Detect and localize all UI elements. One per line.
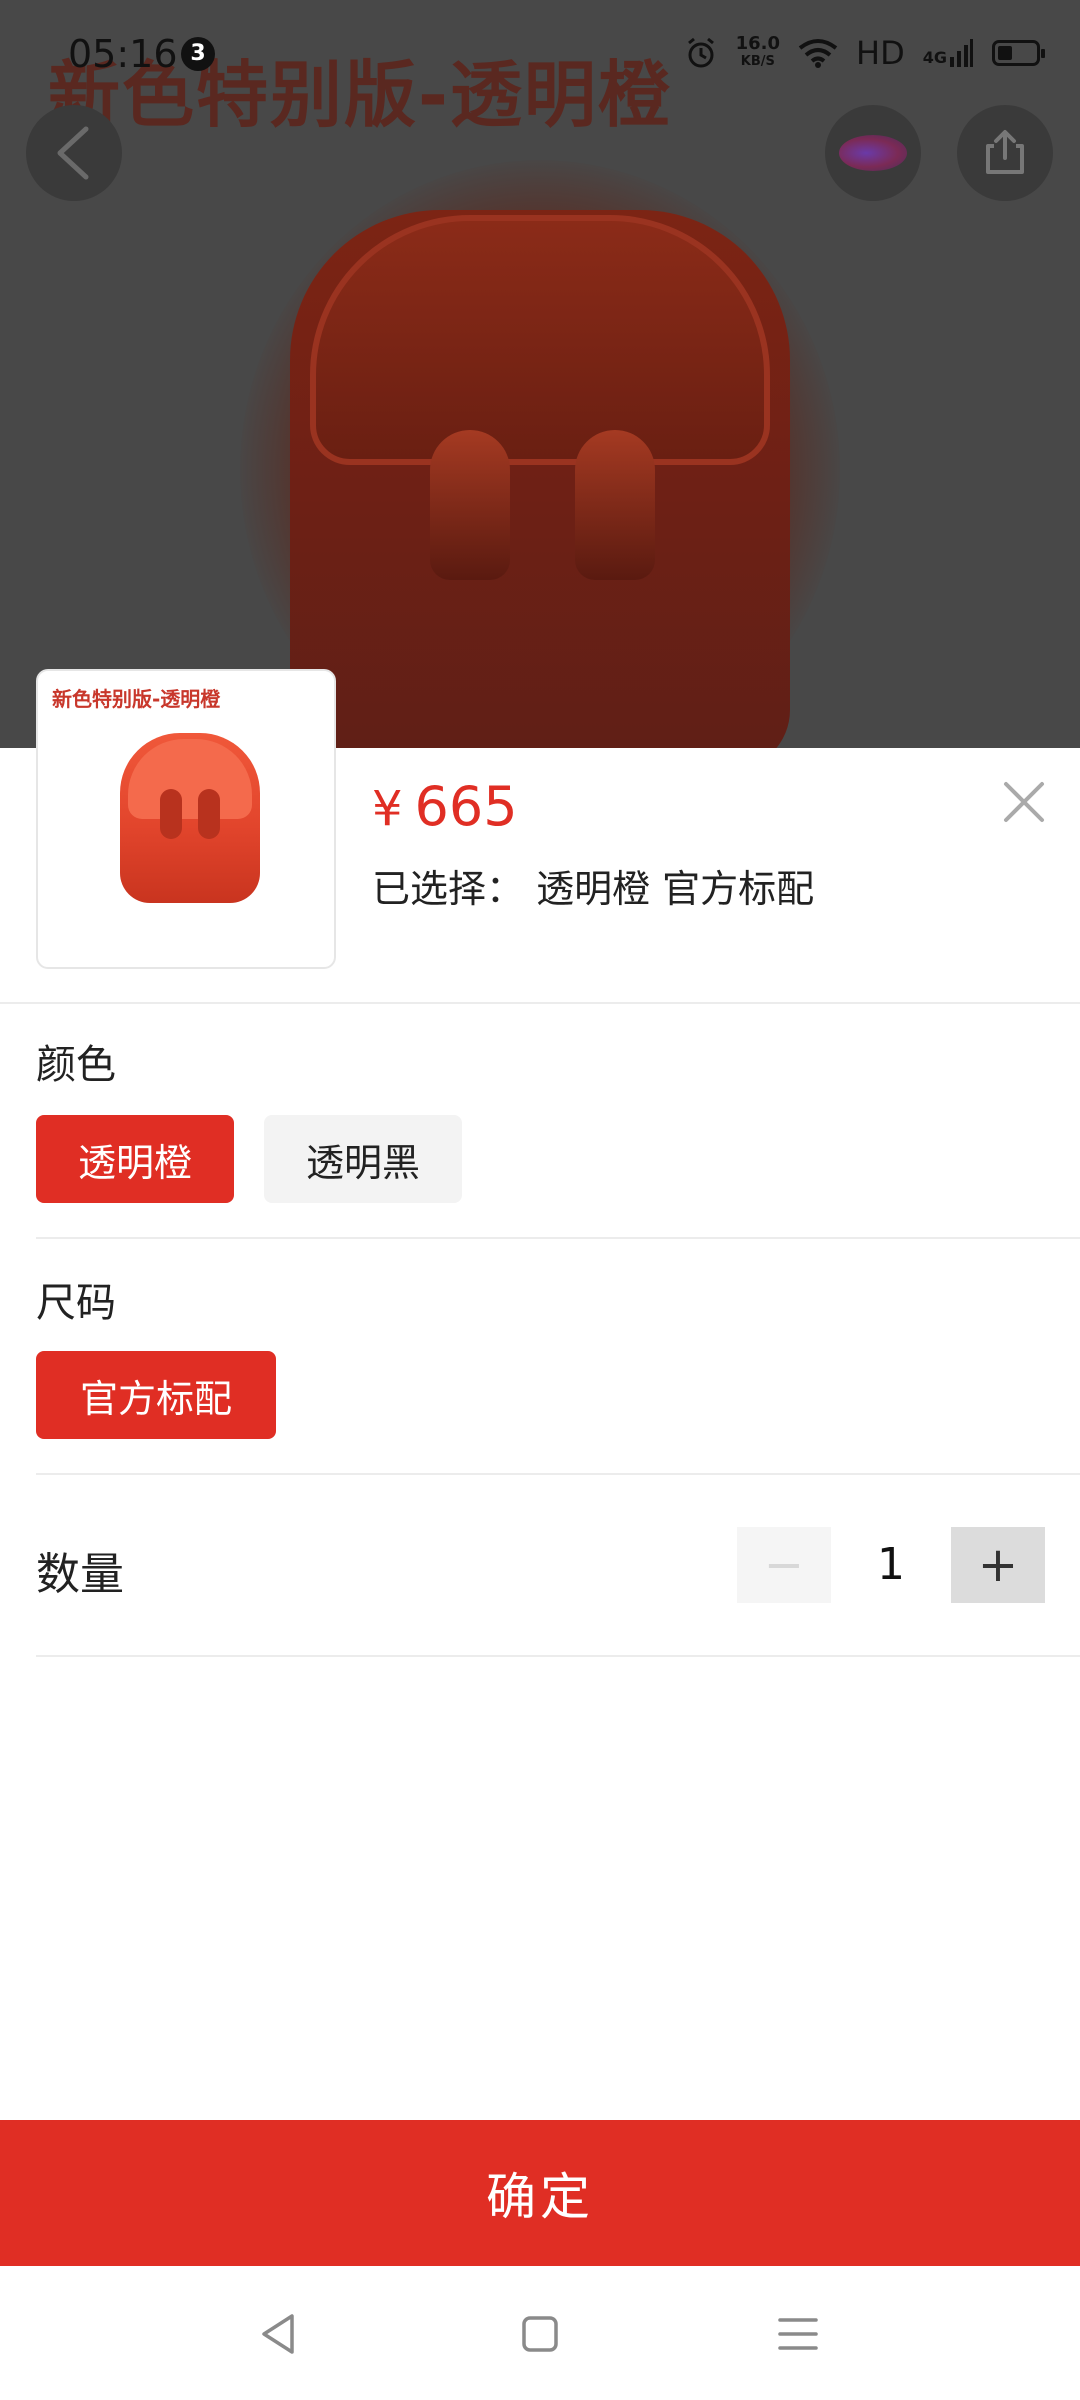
color-option-transparent-black[interactable]: 透明黑 xyxy=(264,1115,462,1203)
earbud-right xyxy=(575,430,655,580)
signal-bars-icon xyxy=(950,39,973,67)
thumbnail-caption: 新色特别版-透明橙 xyxy=(52,687,221,711)
network-type: 4G xyxy=(922,48,947,67)
battery-icon xyxy=(992,40,1045,66)
divider xyxy=(36,1237,1080,1239)
system-nav-bar xyxy=(0,2266,1080,2400)
notification-badge: 3 xyxy=(181,37,215,71)
earbud-left xyxy=(430,430,510,580)
earbuds-case-lid xyxy=(310,215,770,465)
quantity-label: 数量 xyxy=(36,1549,124,1600)
color-section-title: 颜色 xyxy=(36,1042,116,1088)
selected-summary: 已选择： 透明橙 官方标配 xyxy=(372,867,815,911)
product-page-overlay[interactable]: 新色特别版-透明橙 xyxy=(0,0,1080,748)
brand-button[interactable] xyxy=(825,105,921,201)
share-icon xyxy=(986,130,1024,174)
network-speed-unit: KB/S xyxy=(740,54,775,69)
back-button[interactable] xyxy=(26,105,122,201)
price-value: 665 xyxy=(414,775,518,838)
divider xyxy=(36,1655,1080,1657)
cell-signal: 4G xyxy=(923,39,974,67)
status-icons: 16.0 KB/S HD 4G xyxy=(684,30,1045,76)
wifi-icon xyxy=(798,39,838,68)
network-speed-value: 16.0 xyxy=(735,33,781,54)
thumbnail-earbud-right xyxy=(198,789,220,839)
currency-symbol: ¥ xyxy=(372,781,403,837)
divider xyxy=(0,1002,1080,1004)
size-section-title: 尺码 xyxy=(36,1280,116,1326)
network-speed: 16.0 KB/S xyxy=(736,35,780,71)
back-arrow-icon xyxy=(57,126,89,180)
quantity-increase-button[interactable]: + xyxy=(951,1527,1045,1603)
hd-indicator: HD xyxy=(856,34,905,72)
divider xyxy=(36,1473,1080,1475)
nav-home-icon[interactable] xyxy=(512,2306,568,2362)
thumbnail-earbud-left xyxy=(160,789,182,839)
color-option-transparent-orange[interactable]: 透明橙 xyxy=(36,1115,234,1203)
share-button[interactable] xyxy=(957,105,1053,201)
quantity-decrease-button[interactable]: − xyxy=(737,1527,831,1603)
close-icon[interactable] xyxy=(996,774,1052,830)
size-option-official-standard[interactable]: 官方标配 xyxy=(36,1351,276,1439)
confirm-button[interactable]: 确定 xyxy=(0,2120,1080,2266)
nav-menu-icon[interactable] xyxy=(770,2306,826,2362)
price: ¥665 xyxy=(372,775,518,838)
status-bar: 05:16 3 16.0 KB/S HD 4G xyxy=(0,0,1080,100)
nav-back-icon[interactable] xyxy=(252,2306,308,2362)
product-thumbnail[interactable]: 新色特别版-透明橙 xyxy=(36,669,336,969)
alarm-icon xyxy=(687,37,714,68)
quantity-value[interactable]: 1 xyxy=(831,1527,951,1603)
brand-logo-icon xyxy=(839,135,907,171)
status-time: 05:16 xyxy=(68,32,178,76)
